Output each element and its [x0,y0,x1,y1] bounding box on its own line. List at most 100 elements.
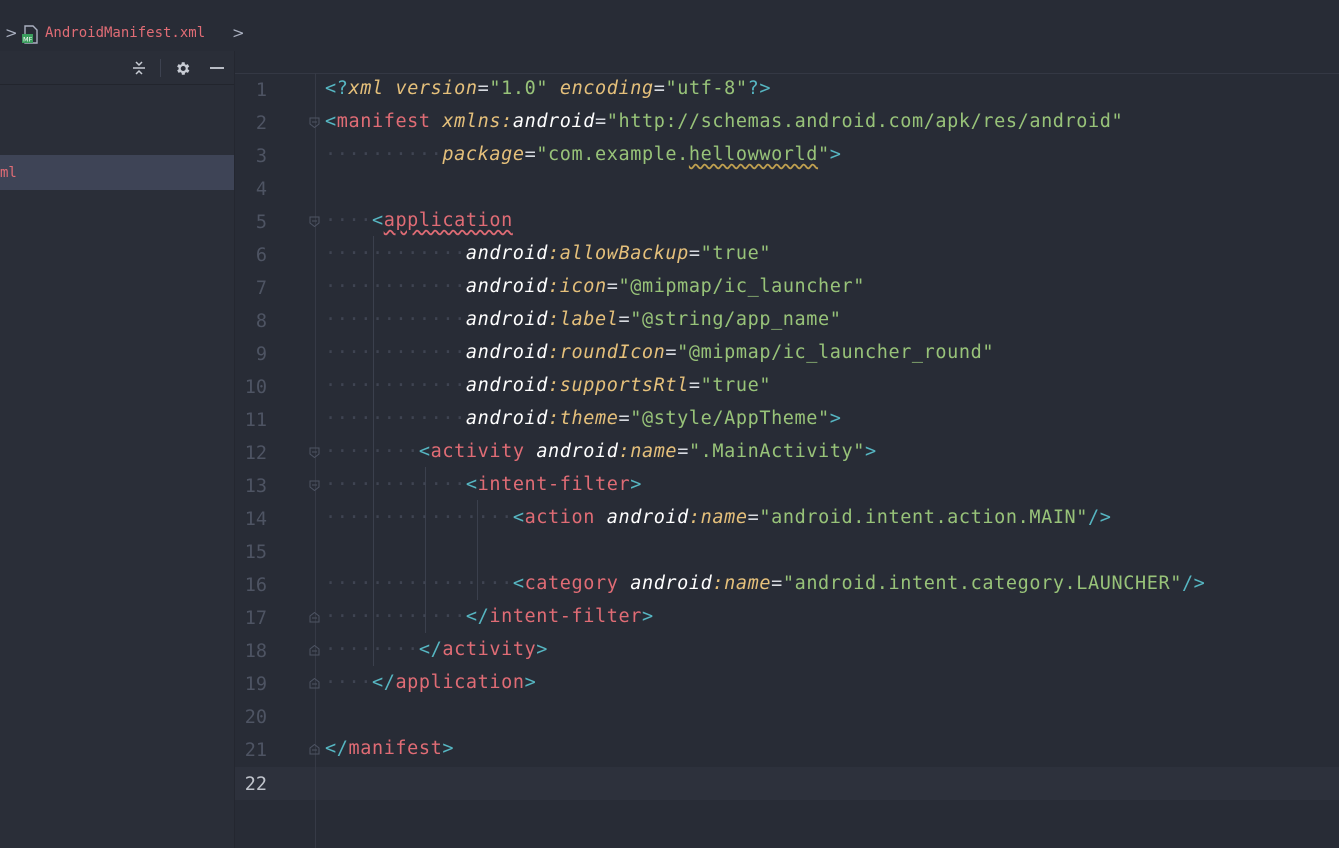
token: android [465,408,549,429]
whitespace: ············ [325,309,466,330]
token: > [536,639,549,660]
token: > [829,144,842,165]
token: </ [371,672,396,693]
token: "android.intent.action.MAIN" [759,507,1089,528]
collapse-icon [133,61,145,75]
whitespace: ·········· [325,144,443,165]
line-number: 14 [244,509,267,530]
token: = [477,78,490,99]
token: activity [430,441,525,462]
line-number: 7 [255,278,267,299]
token: "http://schemas.android.com/apk/res/andr… [606,111,1124,132]
token: category [524,573,619,594]
token: = [595,111,607,132]
whitespace: ············ [325,606,466,627]
code-text: ········<activity android:name=".MainAct… [325,441,877,462]
token: = [665,342,678,363]
line-number: 5 [255,212,267,233]
code-line: 2 <manifest xmlns:android="http://schema… [235,106,1339,139]
code-text: ····<application [325,210,513,231]
whitespace: ················ [325,573,513,594]
code-text: ············<intent-filter> [325,474,642,495]
token: :name [712,573,772,594]
code-line-current: 22 [235,767,1339,800]
minimize-button[interactable] [206,57,228,79]
breadcrumb-file-name[interactable]: AndroidManifest.xml [45,25,205,41]
code-text: <?xml version="1.0" encoding="utf-8"?> [325,78,771,99]
code-editor[interactable]: 1 <?xml version="1.0" encoding="utf-8"?>… [235,51,1339,848]
token: :label [548,309,619,330]
token: "android.intent.category.LAUNCHER" [782,573,1182,594]
breadcrumb: > MF AndroidManifest.xml > [0,0,1339,51]
code-text: ············android:label="@string/app_n… [325,309,842,330]
token: :theme [548,408,619,429]
svg-text:MF: MF [23,36,33,44]
token: ".MainActivity" [688,441,866,462]
code-text: ················<action android:name="an… [325,507,1112,528]
fold-icon[interactable] [309,480,320,491]
token: version [395,78,478,99]
token: = [653,78,666,99]
token: intent-filter [477,474,631,495]
whitespace: ············ [325,474,466,495]
whitespace: ············ [325,375,466,396]
manifest-file-icon: MF [22,25,38,44]
project-panel: ml [0,51,235,848]
code-text: ············android:allowBackup="true" [325,243,771,264]
code-text: ················<category android:name="… [325,573,1205,594]
line-number: 13 [244,476,267,497]
collapse-all-button[interactable] [128,57,150,79]
token: manifest [348,738,443,759]
token: android [465,243,549,264]
fold-icon[interactable] [309,447,320,458]
line-number: 18 [244,641,267,662]
tree-item-selected[interactable]: ml [0,155,234,190]
code-line: 13 ············<intent-filter> [235,469,1339,502]
token: > [630,474,642,495]
token: xmlns: [442,111,513,132]
whitespace: ········ [325,639,419,660]
editor-top-strip [235,51,1339,74]
code-line: 14 ················<action android:name=… [235,502,1339,535]
token: :icon [548,276,607,297]
line-number: 15 [244,542,267,563]
whitespace: ···· [325,672,372,693]
token: :supportsRtl [548,375,689,396]
token: "com.example. [536,144,689,165]
code-text: <manifest xmlns:android="http://schemas.… [325,111,1123,132]
fold-icon[interactable] [309,117,320,128]
code-line: 21 </manifest> [235,733,1339,766]
fold-end-icon[interactable] [309,744,320,755]
token: "true" [700,375,772,396]
code-line: 8 ············android:label="@string/app… [235,304,1339,337]
token: = [677,441,689,462]
gear-icon [176,61,189,75]
fold-icon[interactable] [309,216,320,227]
code-line: 9 ············android:roundIcon="@mipmap… [235,337,1339,370]
settings-button[interactable] [171,57,193,79]
token: android [465,309,549,330]
token: android [536,441,619,462]
minimize-icon [210,67,224,69]
token: < [512,573,525,594]
token: = [688,243,701,264]
code-text: ··········package="com.example.hellowwor… [325,144,842,165]
code-text: ········</activity> [325,639,548,660]
token: :name [618,441,678,462]
whitespace: ············ [325,243,466,264]
token: android [465,276,549,297]
token: = [618,408,631,429]
fold-end-icon[interactable] [309,612,320,623]
fold-end-icon[interactable] [309,645,320,656]
code-text: ············</intent-filter> [325,606,654,627]
token: activity [442,639,537,660]
fold-end-icon[interactable] [309,678,320,689]
toolbar-divider [160,59,161,77]
token: "1.0" [489,78,549,99]
whitespace: ···· [325,210,372,231]
token: android [630,573,713,594]
token: /> [1181,573,1206,594]
